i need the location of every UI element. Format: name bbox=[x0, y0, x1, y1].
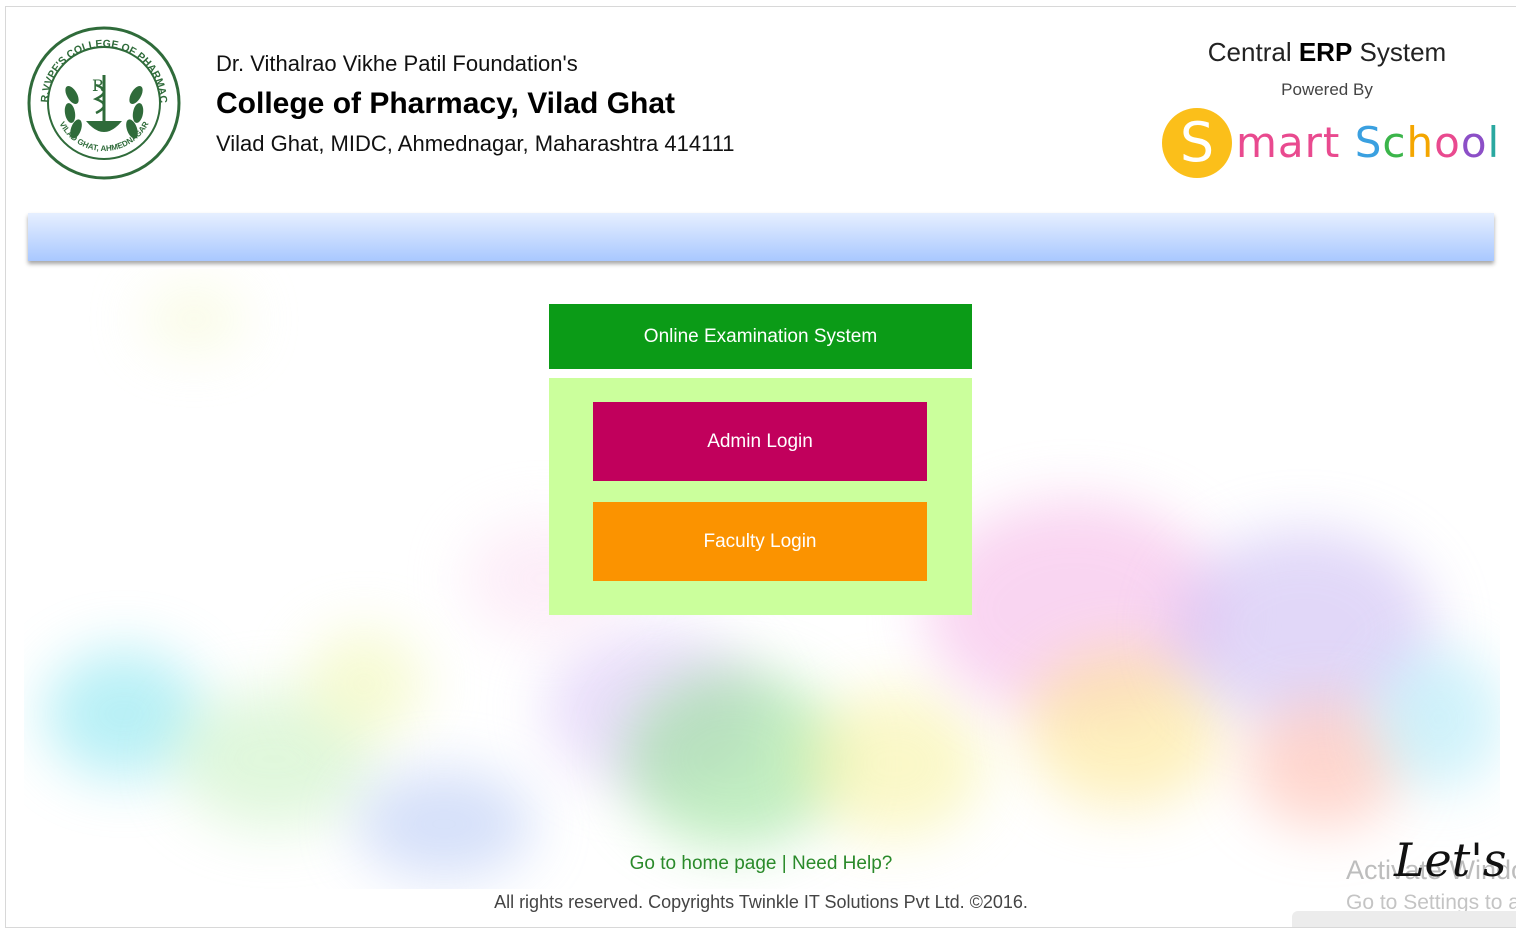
footer-links: Go to home page | Need Help? bbox=[6, 853, 1516, 875]
page-frame: DR.VVPF'S COLLEGE OF PHARMACY VILAD GHAT… bbox=[5, 6, 1516, 928]
chat-widget-tab[interactable] bbox=[1292, 911, 1516, 927]
home-page-link[interactable]: Go to home page bbox=[630, 853, 777, 874]
smart-s-circle: S bbox=[1162, 108, 1232, 178]
erp-branding: Central ERP System Powered By S mart Sch… bbox=[1162, 37, 1499, 184]
faculty-login-button[interactable]: Faculty Login bbox=[593, 502, 927, 581]
brand-school: School bbox=[1354, 118, 1501, 167]
college-info: Dr. Vithalrao Vikhe Patil Foundation's C… bbox=[216, 53, 735, 155]
svg-text:R: R bbox=[92, 76, 105, 95]
smart-school-logo: S mart School bbox=[1162, 104, 1499, 184]
navigation-bar bbox=[28, 213, 1494, 261]
college-address: Vilad Ghat, MIDC, Ahmednagar, Maharashtr… bbox=[216, 131, 735, 156]
college-logo: DR.VVPF'S COLLEGE OF PHARMACY VILAD GHAT… bbox=[22, 16, 182, 181]
foundation-name: Dr. Vithalrao Vikhe Patil Foundation's bbox=[216, 51, 578, 76]
need-help-link[interactable]: Need Help? bbox=[792, 853, 892, 874]
copyright-text: All rights reserved. Copyrights Twinkle … bbox=[494, 892, 1028, 912]
college-name: College of Pharmacy, Vilad Ghat bbox=[216, 87, 676, 120]
chat-widget-label[interactable]: Let's bbox=[1394, 833, 1507, 887]
admin-login-button[interactable]: Admin Login bbox=[593, 402, 927, 481]
powered-by-label: Powered By bbox=[1281, 80, 1373, 99]
login-panel: Admin Login Faculty Login bbox=[549, 378, 972, 615]
footer-separator: | bbox=[781, 853, 787, 874]
online-examination-header: Online Examination System bbox=[549, 304, 972, 369]
erp-title: Central ERP System bbox=[1207, 37, 1447, 67]
